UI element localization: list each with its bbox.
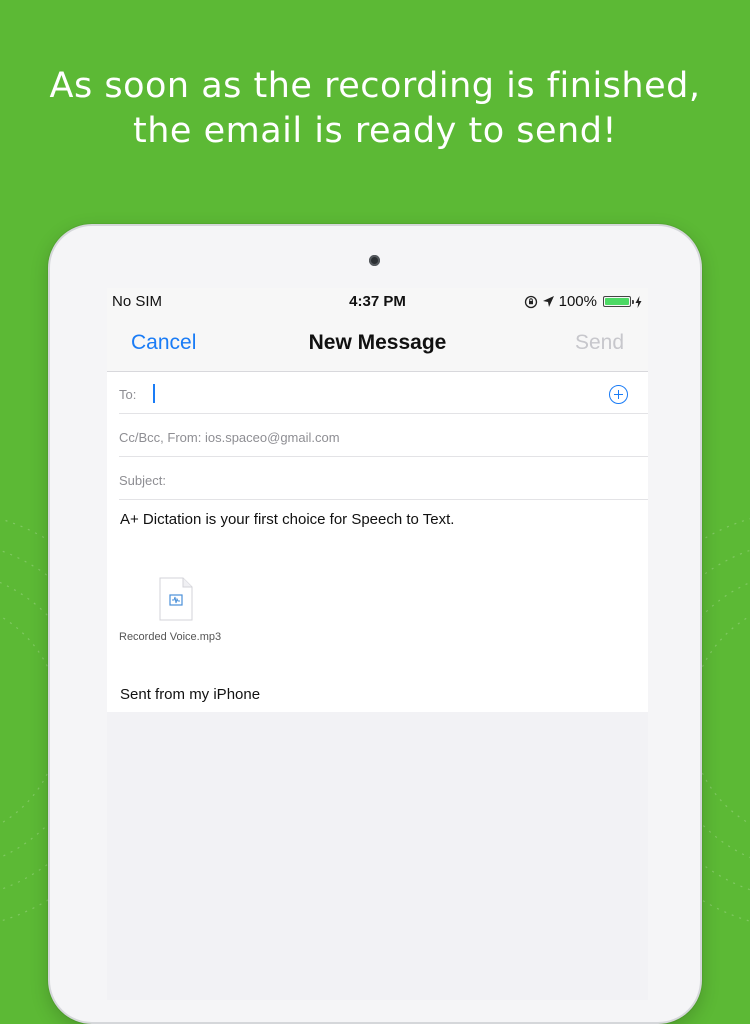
add-contact-icon[interactable] (609, 385, 628, 404)
headline-line-2: the email is ready to send! (133, 111, 617, 151)
charging-bolt-icon (635, 295, 642, 308)
audio-file-icon (159, 577, 193, 621)
email-signature: Sent from my iPhone (120, 686, 261, 703)
battery-icon (603, 296, 634, 307)
headline-line-1: As soon as the recording is finished, (49, 66, 701, 106)
page-title: New Message (308, 331, 447, 354)
status-bar: No SIM 4:37 PM 100% (107, 288, 648, 314)
orientation-lock-icon (524, 295, 537, 308)
subject-field[interactable]: Subject: (119, 458, 648, 500)
status-indicators: 100% (524, 293, 642, 310)
message-body[interactable]: A+ Dictation is your first choice for Sp… (120, 509, 460, 531)
from-address: ios.spaceo@gmail.com (204, 430, 340, 445)
location-arrow-icon (542, 296, 554, 307)
front-camera (369, 255, 380, 266)
headline: As soon as the recording is finished, th… (0, 64, 750, 154)
cc-from-label: Cc/Bcc, From: ios.spaceo@gmail.com (119, 430, 340, 445)
send-button[interactable]: Send (575, 331, 624, 355)
to-field[interactable]: To: (119, 372, 648, 414)
battery-level (605, 298, 629, 305)
compose-form: To: Cc/Bcc, From: ios.spaceo@gmail.com S… (107, 372, 648, 712)
navigation-bar: Cancel New Message Send (107, 314, 648, 372)
text-cursor (153, 384, 155, 403)
subject-label: Subject: (119, 473, 166, 488)
to-label: To: (119, 387, 137, 402)
attachment-name: Recorded Voice.mp3 (119, 631, 222, 643)
device-screen: No SIM 4:37 PM 100% Cancel New Message S… (107, 288, 648, 1000)
battery-percentage: 100% (558, 293, 597, 310)
cc-label: Cc/Bcc, From: (119, 430, 202, 445)
cc-bcc-from-field[interactable]: Cc/Bcc, From: ios.spaceo@gmail.com (119, 415, 648, 457)
